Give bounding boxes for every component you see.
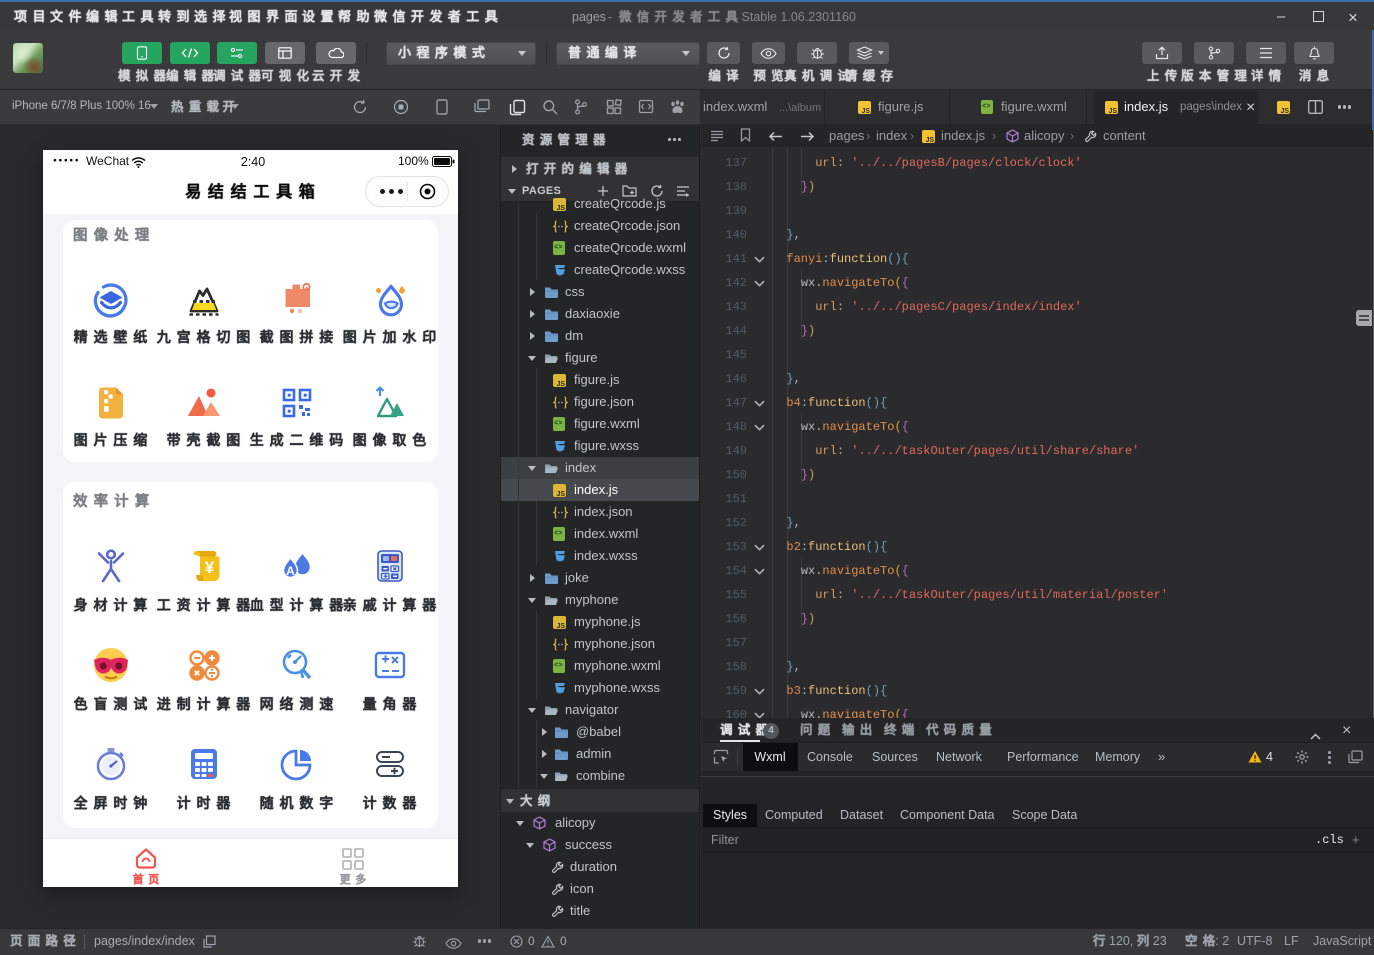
- svg-text:¥: ¥: [204, 558, 214, 577]
- svg-text:A: A: [286, 564, 295, 578]
